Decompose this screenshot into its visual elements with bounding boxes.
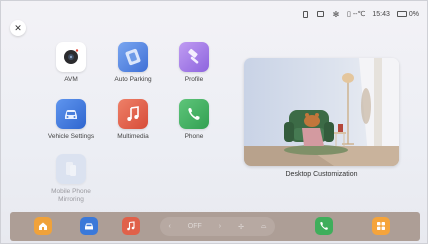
- dock-phone-button[interactable]: [315, 217, 333, 235]
- app-label: Auto Parking: [114, 76, 152, 83]
- app-vehicle-settings[interactable]: Vehicle Settings: [41, 99, 101, 141]
- app-auto-parking[interactable]: Auto Parking: [103, 42, 163, 84]
- auto-parking-icon: [118, 42, 148, 72]
- fan-increase-icon[interactable]: ›: [219, 223, 221, 230]
- close-button[interactable]: ✕: [10, 20, 26, 36]
- fan-status: OFF: [187, 223, 202, 230]
- phone-icon: [320, 222, 328, 230]
- app-label: Mobile Phone Mirroring: [51, 188, 91, 203]
- close-icon: ✕: [14, 22, 22, 33]
- battery-indicator: 0%: [396, 11, 419, 18]
- dock-car-button[interactable]: [80, 217, 98, 235]
- music-note-icon: [118, 99, 148, 129]
- mirroring-icon: [56, 154, 86, 184]
- app-label: Multimedia: [117, 133, 149, 140]
- bluetooth-off-icon: ✻: [332, 9, 340, 19]
- car-icon: [85, 223, 93, 230]
- app-label: Vehicle Settings: [47, 133, 95, 140]
- app-multimedia[interactable]: Multimedia: [103, 99, 163, 141]
- app-avm[interactable]: AVM: [41, 42, 101, 84]
- message-status-icon: [317, 10, 325, 18]
- climate-control-bar: ‹ OFF › ✢ ⌓: [160, 217, 275, 236]
- dock-apps-button[interactable]: [372, 217, 390, 235]
- car-icon: [56, 99, 86, 129]
- home-screen: ✻ ▯ --℃ 15:43 0% ✕ AVM Auto Parking Prof…: [0, 0, 428, 244]
- dock: ‹ OFF › ✢ ⌓: [10, 212, 420, 241]
- camera-icon: [56, 42, 86, 72]
- fan-decrease-icon[interactable]: ‹: [168, 223, 170, 230]
- app-label: Phone: [184, 133, 204, 140]
- temperature-readout: ▯ --℃: [346, 11, 366, 18]
- seat-heat-icon[interactable]: ⌓: [261, 223, 267, 231]
- home-icon: [39, 222, 47, 230]
- app-label: AVM: [64, 76, 78, 83]
- app-label: Profile: [184, 76, 204, 83]
- phone-icon: [179, 99, 209, 129]
- desktop-customization-widget[interactable]: [244, 58, 399, 166]
- app-phone[interactable]: Phone: [164, 99, 224, 141]
- thermometer-icon: ▯: [346, 11, 351, 18]
- widget-label: Desktop Customization: [285, 171, 358, 178]
- music-note-icon: [127, 221, 135, 231]
- dock-music-button[interactable]: [122, 217, 140, 235]
- battery-icon: [396, 11, 407, 17]
- apps-grid-icon: [377, 222, 385, 230]
- profile-hammer-icon: [179, 42, 209, 72]
- clock: 15:43: [372, 10, 390, 18]
- app-profile[interactable]: Profile: [164, 42, 224, 84]
- app-mobile-phone-mirroring[interactable]: Mobile Phone Mirroring: [41, 154, 101, 204]
- status-bar: ✻ ▯ --℃ 15:43 0%: [302, 8, 419, 20]
- fan-icon[interactable]: ✢: [238, 223, 244, 231]
- phone-status-icon: [302, 10, 310, 18]
- living-room-illustration: [244, 58, 399, 166]
- dock-home-button[interactable]: [34, 217, 52, 235]
